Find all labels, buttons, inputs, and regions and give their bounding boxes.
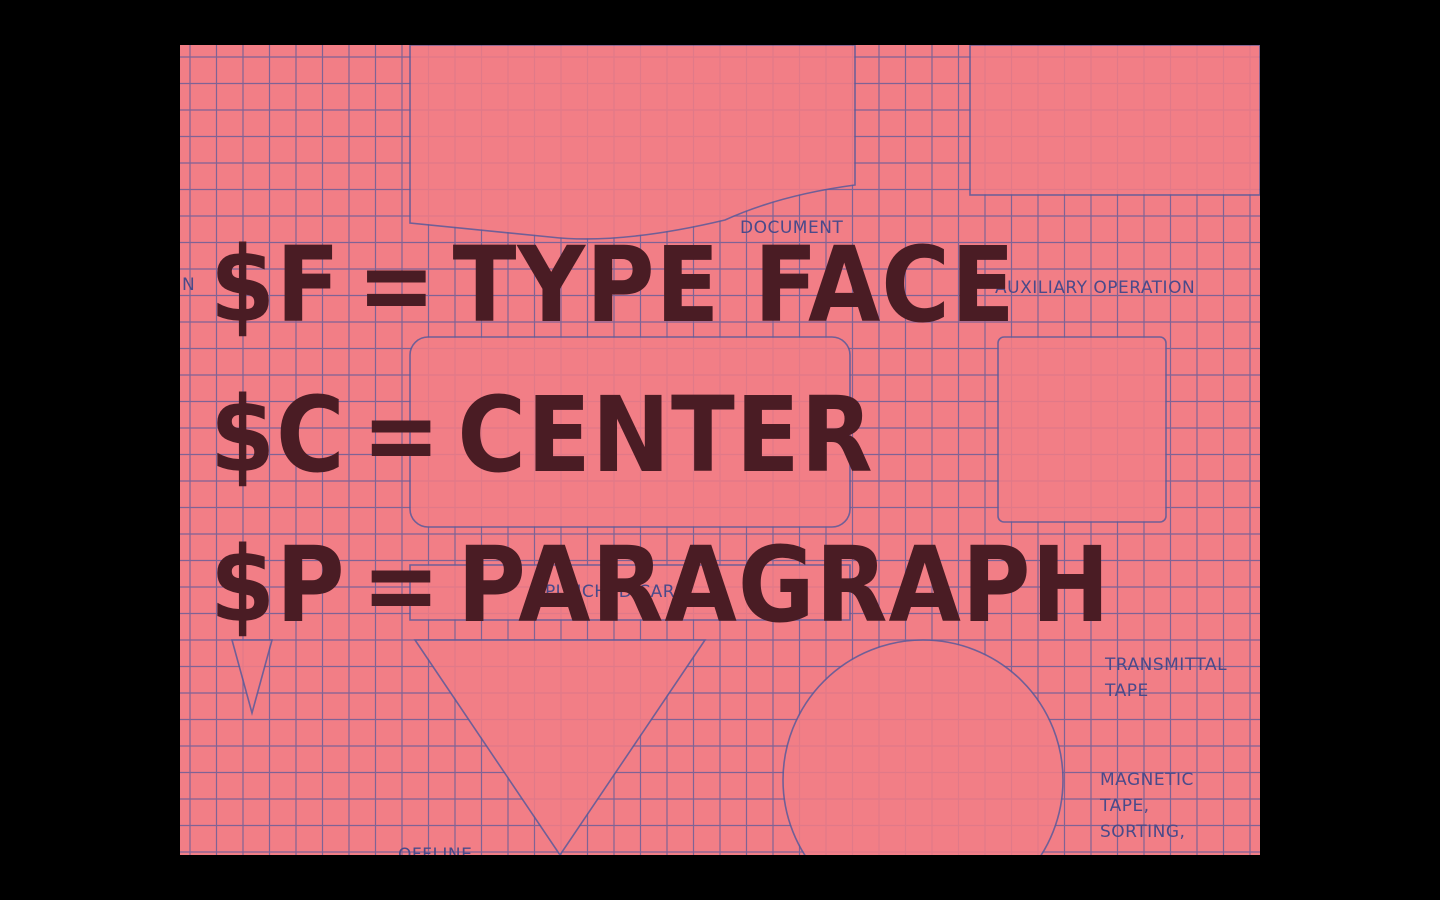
mnemonic-line-center: $C = CENTER [210,383,874,487]
mnemonic-meaning: TYPE FACE [452,224,1016,346]
label-transmittal: TRANSMITTAL [1104,655,1227,675]
aux-operation-square-icon [997,336,1167,523]
label-magnetic-tape: TAPE, [1099,796,1150,816]
label-left-fragment: N [182,275,195,295]
mnemonic-code: $C [210,374,346,496]
offline-triangle-icon [413,639,707,855]
film-frame: DOCUMENT AUXILIARY OPERATION N PUNCHED C… [180,45,1260,855]
label-magnetic: MAGNETIC [1100,770,1194,790]
mnemonic-meaning: CENTER [457,374,874,496]
equals-sign: = [361,524,442,646]
small-triangle-icon [230,639,274,717]
label-transmittal-tape: TAPE [1104,681,1149,701]
mnemonic-code: $F [210,224,341,346]
mnemonic-line-paragraph: $P = PARAGRAPH [210,533,1111,637]
mnemonic-line-typeface: $F = TYPE FACE [210,233,1016,337]
equals-sign: = [357,224,437,346]
magnetic-tape-circle-icon [782,639,1064,855]
label-auxiliary-operation: AUXILIARY OPERATION [995,278,1195,298]
label-sorting: SORTING, [1100,822,1185,842]
document-shape-icon [409,45,856,240]
aux-operation-cutout [969,45,1260,196]
label-offline: OFFLINE [398,845,472,855]
equals-sign: = [361,374,442,496]
mnemonic-meaning: PARAGRAPH [457,524,1111,646]
mnemonic-code: $P [210,524,346,646]
